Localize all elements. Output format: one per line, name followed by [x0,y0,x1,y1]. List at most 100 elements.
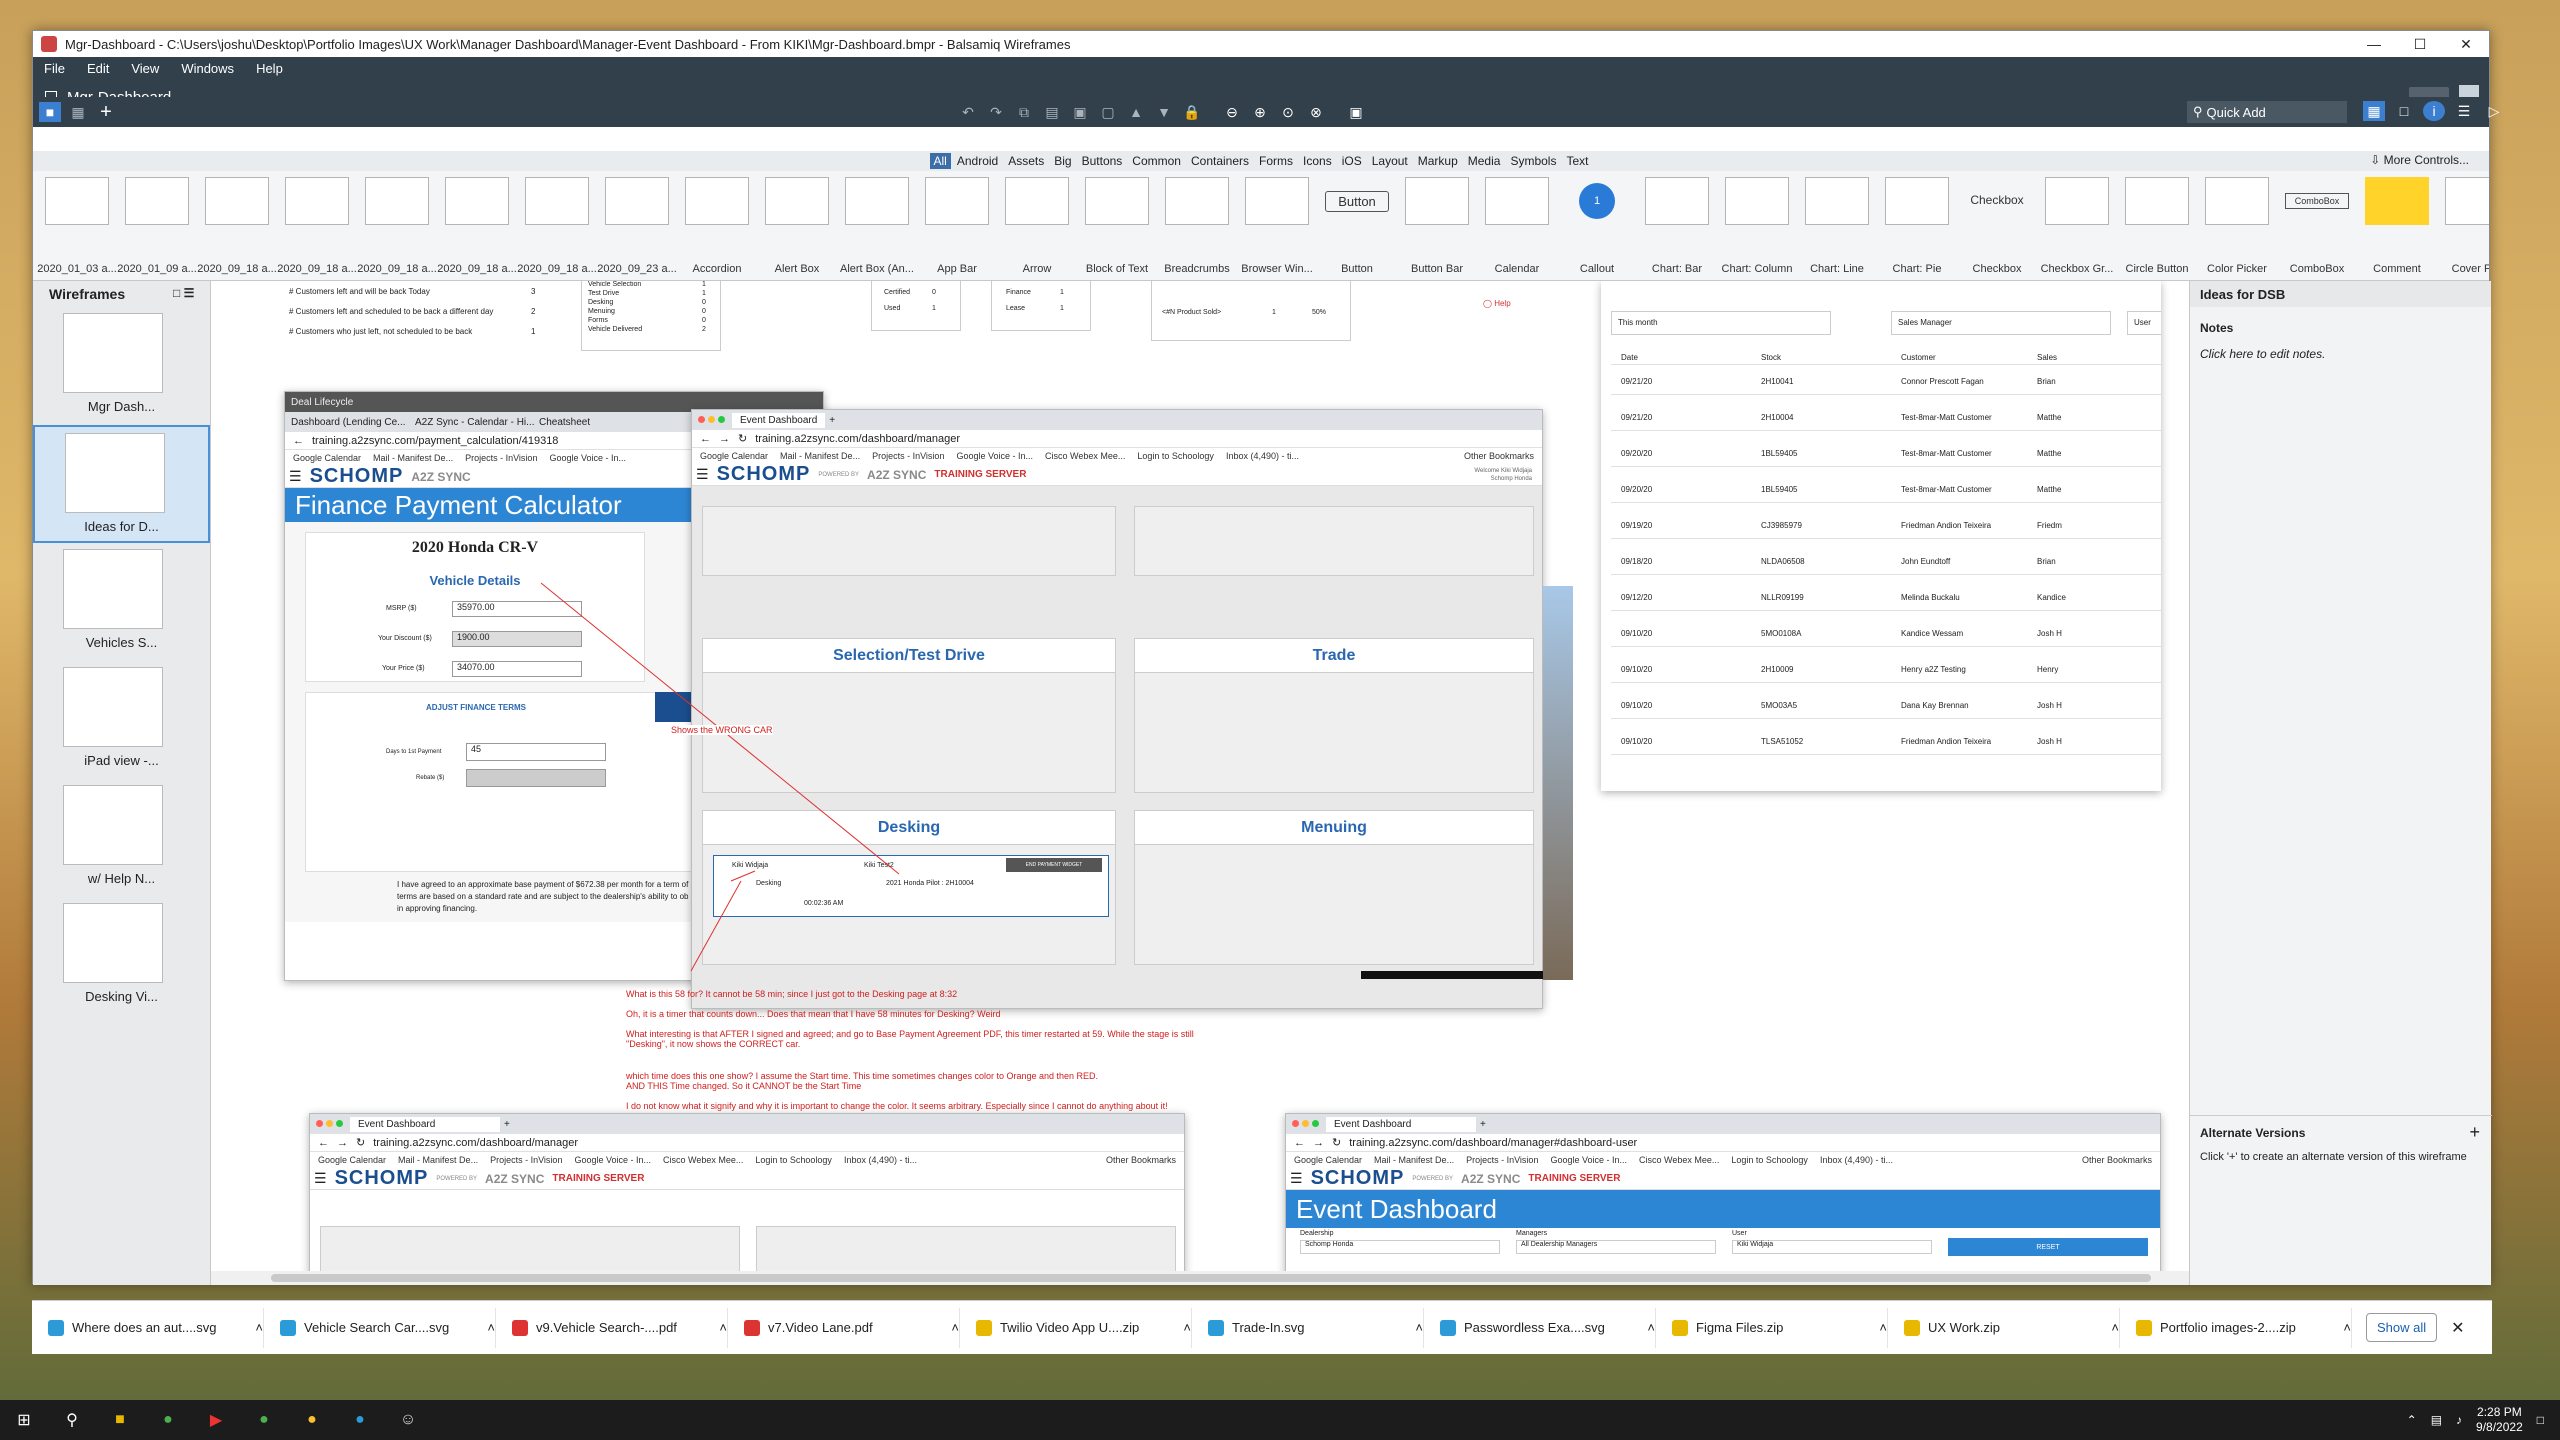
maximize-button[interactable]: ☐ [2397,31,2443,57]
library-item[interactable]: 2020_09_18 a... [437,171,517,280]
quick-add-input[interactable]: ⚲ Quick Add [2187,101,2347,123]
bookmark[interactable]: Projects - InVision [1466,1155,1538,1165]
new-tab-icon[interactable]: + [504,1119,510,1130]
table-row[interactable]: 09/20/20 1BL59405 Test-8mar-Matt Customer M… [1611,441,2161,467]
file-explorer-icon[interactable]: ■ [96,1400,144,1440]
library-item[interactable]: Chart: Pie [1877,171,1957,280]
download-item[interactable]: Vehicle Search Car....svg ˄ [264,1307,496,1348]
category-markup[interactable]: Markup [1414,153,1462,169]
table-row[interactable]: 09/19/20 CJ3985979 Friedman Andion Teixeir… [1611,513,2161,539]
redo-icon[interactable]: ↷ [985,102,1007,122]
balsamiq-icon[interactable]: ☺ [384,1400,432,1440]
bookmark[interactable]: Google Calendar [1294,1155,1362,1165]
zoom-fit-icon[interactable]: ⊙ [1277,102,1299,122]
library-item[interactable]: Color Picker [2197,171,2277,280]
close-downloads-icon[interactable]: ✕ [2451,1318,2464,1338]
column-header[interactable]: Stock [1761,353,1781,362]
category-big[interactable]: Big [1050,153,1075,169]
library-item[interactable]: Checkbox Gr... [2037,171,2117,280]
library-item[interactable]: Block of Text [1077,171,1157,280]
library-item[interactable]: Chart: Line [1797,171,1877,280]
start-icon[interactable]: ⊞ [0,1400,48,1440]
volume-icon[interactable]: ♪ [2456,1413,2462,1427]
chevron-up-icon[interactable]: ˄ [1647,1320,1655,1335]
library-item[interactable]: 2020_09_18 a... [277,171,357,280]
reload-icon[interactable]: ↻ [356,1136,365,1149]
category-all[interactable]: All [929,153,951,169]
close-button[interactable]: ✕ [2443,31,2489,57]
library-item[interactable]: Circle Button [2117,171,2197,280]
other-bookmarks[interactable]: Other Bookmarks [1106,1155,1176,1165]
category-symbols[interactable]: Symbols [1506,153,1560,169]
library-item[interactable]: Cover Fl... [2437,171,2489,280]
table-row[interactable]: 09/10/20 2H10009 Henry a2Z Testing Henry [1611,657,2161,683]
user-select[interactable]: Kiki Widjaja [1732,1240,1932,1254]
chevron-up-icon[interactable]: ˄ [1183,1320,1191,1335]
more-controls-button[interactable]: ⇩ More Controls... [2370,153,2469,167]
menu-help[interactable]: Help [245,61,294,76]
menu-edit[interactable]: Edit [76,61,120,76]
bookmark[interactable]: Mail - Manifest De... [1374,1155,1454,1165]
library-item[interactable]: Arrow [997,171,1077,280]
chevron-up-icon[interactable]: ˄ [951,1320,959,1335]
column-header[interactable]: Date [1621,353,1638,362]
other-bookmarks[interactable]: Other Bookmarks [2082,1155,2152,1165]
category-forms[interactable]: Forms [1255,153,1297,169]
table-row[interactable]: 09/12/20 NLLR09199 Melinda Buckalu Kandice [1611,585,2161,611]
undo-icon[interactable]: ↶ [957,102,979,122]
add-wireframe-icon[interactable]: + [95,101,117,123]
hamburger-icon[interactable]: ☰ [314,1170,327,1187]
table-row[interactable]: 09/10/20 TLSA51052 Friedman Andion Teixeir… [1611,729,2161,755]
download-item[interactable]: v9.Vehicle Search-....pdf ˄ [496,1307,728,1348]
wireframe-thumb-desking[interactable]: Desking Vi... [49,897,194,1015]
category-assets[interactable]: Assets [1004,153,1048,169]
library-item[interactable]: Button Bar [1397,171,1477,280]
menu-view[interactable]: View [120,61,170,76]
library-item[interactable]: App Bar [917,171,997,280]
library-item[interactable]: Checkbox Checkbox [1957,171,2037,280]
table-row[interactable]: 09/10/20 5MO03A5 Dana Kay Brennan Josh H [1611,693,2161,719]
panel-view-icon[interactable]: □ ☰ [173,286,194,300]
library-item[interactable]: Comment [2357,171,2437,280]
category-layout[interactable]: Layout [1368,153,1412,169]
clipboard-icon[interactable]: ▤ [1041,102,1063,122]
category-android[interactable]: Android [953,153,1002,169]
comment-icon[interactable]: □ [2393,101,2415,121]
download-item[interactable]: UX Work.zip ˄ [1888,1307,2120,1348]
download-item[interactable]: Where does an aut....svg ˄ [32,1307,264,1348]
notifications-icon[interactable]: □ [2537,1413,2544,1427]
library-item[interactable]: Chart: Bar [1637,171,1717,280]
library-item[interactable]: Button Button [1317,171,1397,280]
menu-windows[interactable]: Windows [170,61,245,76]
download-item[interactable]: Figma Files.zip ˄ [1656,1307,1888,1348]
back-icon[interactable]: ← [318,1137,329,1149]
reset-button[interactable]: RESET [1948,1238,2148,1256]
wireframe-thumb-help[interactable]: w/ Help N... [49,779,194,897]
category-text[interactable]: Text [1562,153,1592,169]
download-item[interactable]: v7.Video Lane.pdf ˄ [728,1307,960,1348]
chevron-up-icon[interactable]: ˄ [2343,1320,2351,1335]
reload-icon[interactable]: ↻ [1332,1136,1341,1149]
wireframe-thumb-ipad[interactable]: iPad view -... [49,661,194,779]
menu-file[interactable]: File [33,61,76,76]
show-all-button[interactable]: Show all [2366,1313,2438,1342]
column-header[interactable]: Sales [2037,353,2057,362]
table-row[interactable]: 09/10/20 5MO0108A Kandice Wessam Josh H [1611,621,2161,647]
bookmark[interactable]: Login to Schoology [755,1155,832,1165]
library-item[interactable]: Accordion [677,171,757,280]
present-icon[interactable]: ▷ [2483,101,2505,121]
library-item[interactable]: Breadcrumbs [1157,171,1237,280]
zoom-in-icon[interactable]: ⊕ [1249,102,1271,122]
category-buttons[interactable]: Buttons [1078,153,1127,169]
new-tab-icon[interactable]: + [1480,1119,1486,1130]
wireframe-canvas[interactable]: # Customers left and will be back Today … [211,281,2207,1285]
bookmark[interactable]: Cisco Webex Mee... [1639,1155,1719,1165]
minimize-button[interactable]: — [2351,31,2397,57]
category-ios[interactable]: iOS [1338,153,1366,169]
manager-filter-select[interactable]: Sales Manager [1891,311,2111,335]
category-icons[interactable]: Icons [1299,153,1336,169]
bookmark[interactable]: Inbox (4,490) - ti... [844,1155,917,1165]
tab-event-dashboard[interactable]: Event Dashboard [1326,1116,1476,1132]
bookmark[interactable]: Cisco Webex Mee... [663,1155,743,1165]
search-icon[interactable]: ⚲ [48,1400,96,1440]
